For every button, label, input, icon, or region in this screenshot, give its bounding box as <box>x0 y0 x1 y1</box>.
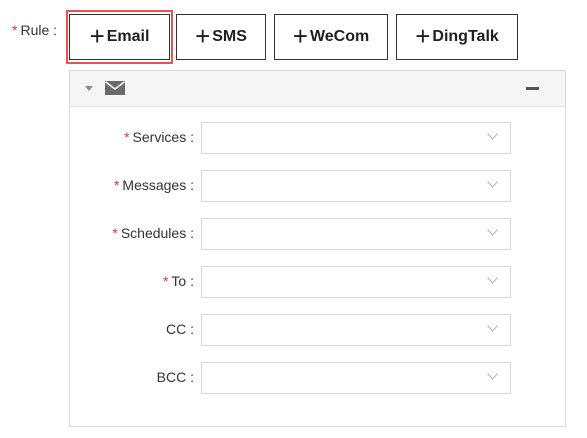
add-email-label: Email <box>106 28 150 45</box>
required-mark: * <box>124 129 130 145</box>
messages-field: * Messages : <box>70 170 565 202</box>
add-dingtalk-button[interactable]: + DingTalk <box>396 14 518 60</box>
schedules-label: * Schedules : <box>112 225 194 241</box>
mail-icon <box>105 81 125 95</box>
bcc-field: BCC : <box>70 362 565 394</box>
bcc-label: BCC : <box>154 369 194 385</box>
plus-icon: + <box>292 21 308 51</box>
bcc-label-text: BCC : <box>156 369 194 385</box>
schedules-select[interactable] <box>201 218 511 250</box>
to-label-text: To : <box>171 273 194 289</box>
messages-select[interactable] <box>201 170 511 202</box>
schedules-label-text: Schedules : <box>120 225 194 241</box>
panel-header <box>70 71 565 107</box>
chevron-down-icon <box>487 133 498 140</box>
services-label: * Services : <box>124 129 194 145</box>
services-label-text: Services : <box>132 129 194 145</box>
chevron-down-icon <box>487 373 498 380</box>
required-mark: * <box>162 273 169 289</box>
add-sms-label: SMS <box>212 28 247 45</box>
messages-label-text: Messages : <box>122 177 194 193</box>
cc-label-text: CC : <box>166 321 194 337</box>
add-wecom-button[interactable]: + WeCom <box>274 14 388 60</box>
plus-icon: + <box>415 21 431 51</box>
required-mark: * <box>112 225 118 241</box>
chevron-down-icon <box>487 325 498 332</box>
plus-icon: + <box>89 21 105 51</box>
rule-editor: * Rule : + Email + SMS + WeCom + DingTalk… <box>0 0 587 438</box>
add-email-button[interactable]: + Email <box>69 14 170 60</box>
required-mark: * <box>113 177 120 193</box>
schedules-field: * Schedules : <box>70 218 565 250</box>
services-field: * Services : <box>70 122 565 154</box>
email-rule-panel: * Services : * Messages : * Schedules : * To… <box>69 70 566 427</box>
chevron-down-icon <box>487 181 498 188</box>
cc-field: CC : <box>70 314 565 346</box>
chevron-down-icon <box>487 229 498 236</box>
add-sms-button[interactable]: + SMS <box>176 14 266 60</box>
chevron-down-icon <box>487 277 498 284</box>
services-select[interactable] <box>201 122 511 154</box>
cc-label: CC : <box>163 321 194 337</box>
to-select[interactable] <box>201 266 511 298</box>
add-dingtalk-label: DingTalk <box>432 28 499 45</box>
caret-down-icon[interactable] <box>85 86 93 91</box>
rule-label-text: Rule : <box>20 22 58 38</box>
required-mark: * <box>12 22 18 38</box>
rule-label: * Rule : <box>12 22 57 38</box>
cc-select[interactable] <box>201 314 511 346</box>
plus-icon: + <box>195 21 211 51</box>
messages-label: * Messages : <box>114 177 194 193</box>
collapse-icon[interactable] <box>526 87 539 90</box>
bcc-select[interactable] <box>201 362 511 394</box>
add-wecom-label: WeCom <box>309 28 370 45</box>
to-label: * To : <box>163 273 194 289</box>
to-field: * To : <box>70 266 565 298</box>
